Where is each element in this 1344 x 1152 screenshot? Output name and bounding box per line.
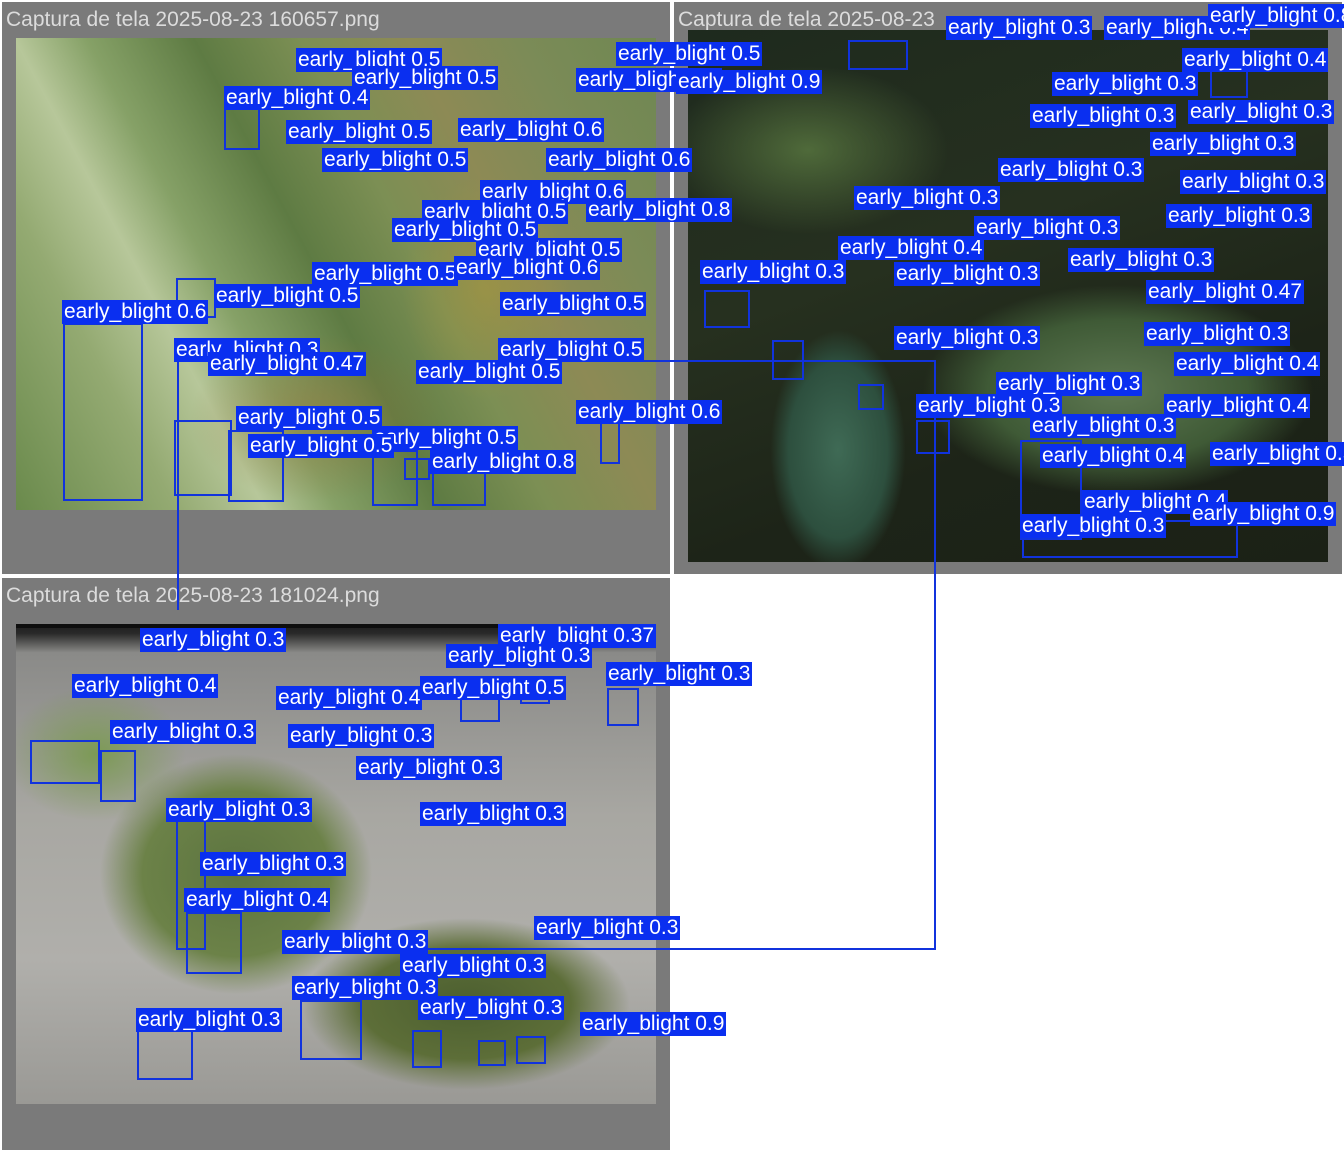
detection-label: early_blight 0.47 — [208, 352, 367, 376]
detection-label: early_blight 0.3 — [140, 628, 287, 652]
detection-label: early_blight 0.3 — [1166, 204, 1313, 228]
detection-label: early_blight 0.3 — [356, 756, 503, 780]
detection-box — [432, 470, 486, 506]
detection-label: early_blight 0.8 — [430, 450, 577, 474]
detection-label: early_blight 0.8 — [1208, 4, 1344, 28]
detection-label: early_blight 0.3 — [292, 976, 439, 1000]
detection-label: early_blight 0.4 — [1182, 48, 1329, 72]
detection-label: early_blight 0.5 — [420, 676, 567, 700]
detection-label: early_blight 0.4 — [1040, 444, 1187, 468]
detection-label: early_blight 0.6 — [62, 300, 209, 324]
detection-label: early_blight 0.3 — [420, 802, 567, 826]
detection-label: early_blight 0.3 — [136, 1008, 283, 1032]
detection-label: early_blight 0.5 — [1210, 442, 1344, 466]
detection-label: early_blight 0.9 — [580, 1012, 727, 1036]
detection-label: early_blight 0.5 — [322, 148, 469, 172]
detection-box — [300, 1000, 362, 1060]
detection-label: early_blight 0.3 — [1030, 104, 1177, 128]
detection-label: early_blight 0.3 — [166, 798, 313, 822]
detection-box — [412, 1030, 442, 1068]
detection-label: early_blight 0.4 — [276, 686, 423, 710]
detection-label: early_blight 0.3 — [200, 852, 347, 876]
detection-box — [1210, 70, 1248, 98]
detection-box — [30, 740, 100, 784]
detection-box — [478, 1040, 506, 1066]
tile-title: Captura de tela 2025-08-23 160657.png — [6, 8, 380, 31]
tile-title: Captura de tela 2025-08-23 181024.png — [6, 584, 380, 607]
detection-label: early_blight 0.3 — [418, 996, 565, 1020]
detection-label: early_blight 0.3 — [894, 262, 1041, 286]
tile-title: Captura de tela 2025-08-23 — [678, 8, 935, 31]
detection-label: early_blight 0.5 — [616, 42, 763, 66]
detection-label: early_blight 0.3 — [854, 186, 1001, 210]
detection-label: early_blight 0.3 — [606, 662, 753, 686]
detection-label: early_blight 0.6 — [546, 148, 693, 172]
connector-line — [420, 948, 936, 950]
detection-box — [772, 340, 804, 380]
detection-label: early_blight 0.4 — [184, 888, 331, 912]
detection-box — [858, 384, 884, 410]
detection-label: early_blight 0.5 — [352, 66, 499, 90]
detection-label: early_blight 0.5 — [214, 284, 361, 308]
detection-label: early_blight 0.5 — [312, 262, 459, 286]
detection-label: early_blight 0.8 — [586, 198, 733, 222]
detection-label: early_blight 0.5 — [392, 218, 539, 242]
detection-label: early_blight 0.3 — [110, 720, 257, 744]
detection-label: early_blight 0.5 — [498, 338, 645, 362]
detection-label: early_blight 0.6 — [458, 118, 605, 142]
detection-label: early_blight 0.3 — [998, 158, 1145, 182]
detection-label: early_blight 0.3 — [894, 326, 1041, 350]
detection-label: early_blight 0.3 — [1068, 248, 1215, 272]
detection-label: early_blight 0.4 — [1174, 352, 1321, 376]
detection-box — [704, 290, 750, 328]
detection-label: early_blight 0.6 — [454, 256, 601, 280]
detection-label: early_blight 0.5 — [500, 292, 647, 316]
detection-box — [137, 1030, 193, 1080]
detection-label: early_blight 0.3 — [974, 216, 1121, 240]
detection-box — [516, 1036, 546, 1064]
detection-label: early_blight 0.5 — [416, 360, 563, 384]
detection-label: early_blight 0.3 — [700, 260, 847, 284]
detection-label: early_blight 0.6 — [576, 400, 723, 424]
detection-label: early_blight 0.3 — [282, 930, 429, 954]
detection-label: early_blight 0.3 — [946, 16, 1093, 40]
detection-label: early_blight 0.3 — [446, 644, 593, 668]
detection-label: early_blight 0.5 — [286, 120, 433, 144]
detection-label: early_blight 0.9 — [1190, 502, 1337, 526]
detection-box — [600, 420, 620, 464]
detection-box — [63, 323, 143, 501]
detection-label: early_blight 0.3 — [1052, 72, 1199, 96]
detection-label: early_blight 0.3 — [400, 954, 547, 978]
detection-box — [224, 108, 260, 150]
detection-label: early_blight 0.4 — [1164, 394, 1311, 418]
detection-label: early_blight 0.3 — [996, 372, 1143, 396]
detection-box — [174, 420, 232, 496]
detection-label: early_blight 0.3 — [534, 916, 681, 940]
detection-box — [404, 458, 430, 480]
detection-box — [176, 820, 206, 950]
detection-label: early_blight 0.4 — [838, 236, 985, 260]
detection-box — [607, 688, 639, 726]
detection-label: early_blight 0.4 — [72, 674, 219, 698]
detection-box — [100, 750, 136, 802]
detection-label: early_blight 0.3 — [1020, 514, 1167, 538]
detection-box — [916, 420, 950, 454]
detection-label: early_blight 0.47 — [1146, 280, 1305, 304]
detection-label: early_blight 0.3 — [1030, 414, 1177, 438]
detection-label: early_blight 0.3 — [288, 724, 435, 748]
detection-label: early_blight 0.5 — [236, 406, 383, 430]
detection-label: early_blight 0.5 — [248, 434, 395, 458]
detection-label: early_blight 0.4 — [224, 86, 371, 110]
detection-label: early_blight 0.3 — [1180, 170, 1327, 194]
detection-box — [848, 40, 908, 70]
detection-label: early_blight 0.9 — [676, 70, 823, 94]
detection-label: early_blight 0.3 — [1150, 132, 1297, 156]
detection-label: early_blight 0.3 — [1188, 100, 1335, 124]
detection-label: early_blight 0.3 — [1144, 322, 1291, 346]
